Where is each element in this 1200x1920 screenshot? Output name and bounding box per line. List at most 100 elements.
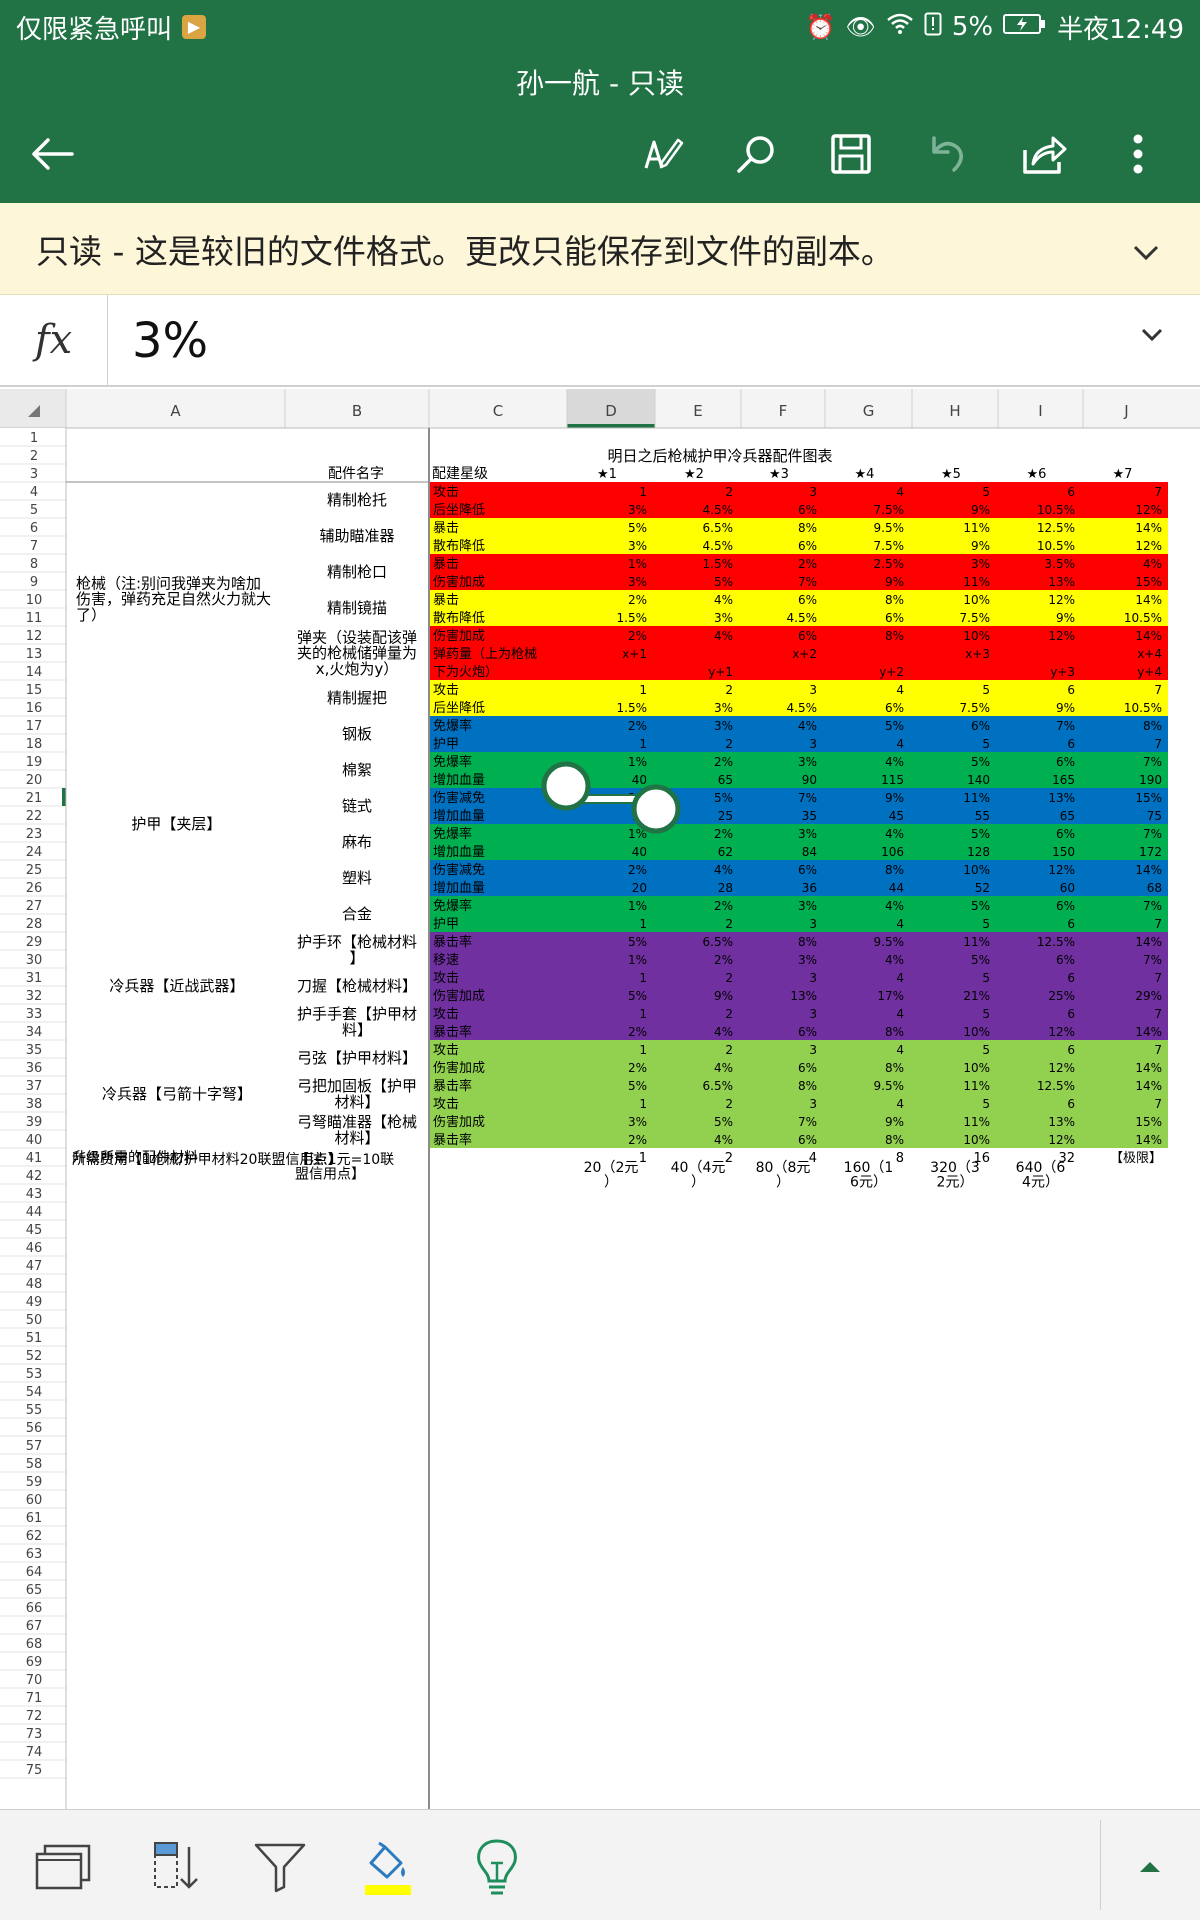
formula-input[interactable]: 3% xyxy=(132,313,208,369)
more-vert-icon[interactable] xyxy=(1110,126,1166,182)
row-header-67[interactable]: 67 xyxy=(26,1619,43,1634)
row-header-46[interactable]: 46 xyxy=(26,1241,43,1256)
row-header-58[interactable]: 58 xyxy=(26,1457,43,1472)
row-header-39[interactable]: 39 xyxy=(26,1115,43,1130)
row-header-19[interactable]: 19 xyxy=(26,755,43,770)
row-header-23[interactable]: 23 xyxy=(26,827,43,842)
row-header-32[interactable]: 32 xyxy=(26,989,43,1004)
row-header-18[interactable]: 18 xyxy=(26,737,43,752)
collapse-up-icon[interactable] xyxy=(1115,1832,1185,1902)
row-header-59[interactable]: 59 xyxy=(26,1475,43,1490)
cell-H6: 11% xyxy=(963,521,990,535)
row-header-60[interactable]: 60 xyxy=(26,1493,43,1508)
row-header-26[interactable]: 26 xyxy=(26,881,43,896)
row-header-41[interactable]: 41 xyxy=(26,1151,43,1166)
row-header-28[interactable]: 28 xyxy=(26,917,43,932)
row-header-40[interactable]: 40 xyxy=(26,1133,43,1148)
row-header-62[interactable]: 62 xyxy=(26,1529,43,1544)
row-header-1[interactable]: 1 xyxy=(30,431,38,446)
share-icon[interactable] xyxy=(1016,126,1072,182)
row-header-56[interactable]: 56 xyxy=(26,1421,43,1436)
row-header-45[interactable]: 45 xyxy=(26,1223,43,1238)
row-header-13[interactable]: 13 xyxy=(26,647,43,662)
row-header-51[interactable]: 51 xyxy=(26,1331,43,1346)
row-header-36[interactable]: 36 xyxy=(26,1061,43,1076)
row-header-20[interactable]: 20 xyxy=(26,773,43,788)
row-header-22[interactable]: 22 xyxy=(26,809,43,824)
expand-formula-chevron-icon[interactable] xyxy=(1140,327,1164,347)
row-header-63[interactable]: 63 xyxy=(26,1547,43,1562)
draw-pen-icon[interactable] xyxy=(634,126,690,182)
back-arrow-icon[interactable] xyxy=(24,126,80,182)
row-header-69[interactable]: 69 xyxy=(26,1655,43,1670)
row-header-10[interactable]: 10 xyxy=(26,593,43,608)
row-header-5[interactable]: 5 xyxy=(30,503,38,518)
sort-icon[interactable] xyxy=(138,1832,208,1902)
chevron-down-icon[interactable] xyxy=(1132,231,1160,270)
row-header-44[interactable]: 44 xyxy=(26,1205,43,1220)
row-header-50[interactable]: 50 xyxy=(26,1313,43,1328)
freeze-panes-icon[interactable] xyxy=(28,1832,98,1902)
row-header-71[interactable]: 71 xyxy=(26,1691,43,1706)
row-header-14[interactable]: 14 xyxy=(26,665,43,680)
row-header-53[interactable]: 53 xyxy=(26,1367,43,1382)
row-header-57[interactable]: 57 xyxy=(26,1439,43,1454)
fx-icon[interactable]: fx xyxy=(0,295,108,385)
row-header-68[interactable]: 68 xyxy=(26,1637,43,1652)
cell-grid[interactable]: A B C D E F G H I J123456789101112131415161718192… xyxy=(0,389,1200,1809)
row-header-17[interactable]: 17 xyxy=(26,719,43,734)
save-icon[interactable] xyxy=(823,126,879,182)
row-header-48[interactable]: 48 xyxy=(26,1277,43,1292)
row-header-75[interactable]: 75 xyxy=(26,1763,43,1778)
row-header-47[interactable]: 47 xyxy=(26,1259,43,1274)
cell-G8: 2.5% xyxy=(874,557,905,571)
row-header-55[interactable]: 55 xyxy=(26,1403,43,1418)
row-header-43[interactable]: 43 xyxy=(26,1187,43,1202)
spreadsheet-grid[interactable]: A B C D E F G H I J 1 2 3 4 5 6 7 8 9 10 11 12 13 14 15 16 17 18 19 2… xyxy=(0,389,1200,1809)
fill-color-icon[interactable] xyxy=(352,1832,422,1902)
row-header-6[interactable]: 6 xyxy=(30,521,38,536)
row-header-35[interactable]: 35 xyxy=(26,1043,43,1058)
row-header-7[interactable]: 7 xyxy=(30,539,38,554)
row-header-33[interactable]: 33 xyxy=(26,1007,43,1022)
row-header-15[interactable]: 15 xyxy=(26,683,43,698)
row-header-11[interactable]: 11 xyxy=(26,611,43,626)
row-header-38[interactable]: 38 xyxy=(26,1097,43,1112)
row-header-37[interactable]: 37 xyxy=(26,1079,43,1094)
row-header-12[interactable]: 12 xyxy=(26,629,43,644)
row-header-8[interactable]: 8 xyxy=(30,557,38,572)
row-header-66[interactable]: 66 xyxy=(26,1601,43,1616)
row-header-70[interactable]: 70 xyxy=(26,1673,43,1688)
row-header-27[interactable]: 27 xyxy=(26,899,43,914)
row-header-31[interactable]: 31 xyxy=(26,971,43,986)
row-header-52[interactable]: 52 xyxy=(26,1349,43,1364)
row-header-21[interactable]: 21 xyxy=(26,791,43,806)
row-header-16[interactable]: 16 xyxy=(26,701,43,716)
readonly-banner[interactable]: 只读 - 这是较旧的文件格式。更改只能保存到文件的副本。 xyxy=(0,203,1200,295)
row-header-54[interactable]: 54 xyxy=(26,1385,43,1400)
row-header-34[interactable]: 34 xyxy=(26,1025,43,1040)
row-header-24[interactable]: 24 xyxy=(26,845,43,860)
row-header-49[interactable]: 49 xyxy=(26,1295,43,1310)
row-header-74[interactable]: 74 xyxy=(26,1745,43,1760)
tell-me-lightbulb-icon[interactable] xyxy=(462,1832,532,1902)
row-header-30[interactable]: 30 xyxy=(26,953,43,968)
row-header-4[interactable]: 4 xyxy=(30,485,38,500)
row-header-3[interactable]: 3 xyxy=(30,467,38,482)
row-header-2[interactable]: 2 xyxy=(30,449,38,464)
cell-E34: 4% xyxy=(714,1025,733,1039)
cell-E8: 1.5% xyxy=(703,557,734,571)
row-header-25[interactable]: 25 xyxy=(26,863,43,878)
row-header-9[interactable]: 9 xyxy=(30,575,38,590)
row-header-29[interactable]: 29 xyxy=(26,935,43,950)
row-header-73[interactable]: 73 xyxy=(26,1727,43,1742)
undo-icon[interactable] xyxy=(918,126,974,182)
row-header-42[interactable]: 42 xyxy=(26,1169,43,1184)
row-header-64[interactable]: 64 xyxy=(26,1565,43,1580)
filter-icon[interactable] xyxy=(245,1832,315,1902)
row-header-72[interactable]: 72 xyxy=(26,1709,43,1724)
row-header-65[interactable]: 65 xyxy=(26,1583,43,1598)
select-all-corner[interactable] xyxy=(0,389,66,428)
search-icon[interactable] xyxy=(728,126,784,182)
row-header-61[interactable]: 61 xyxy=(26,1511,43,1526)
